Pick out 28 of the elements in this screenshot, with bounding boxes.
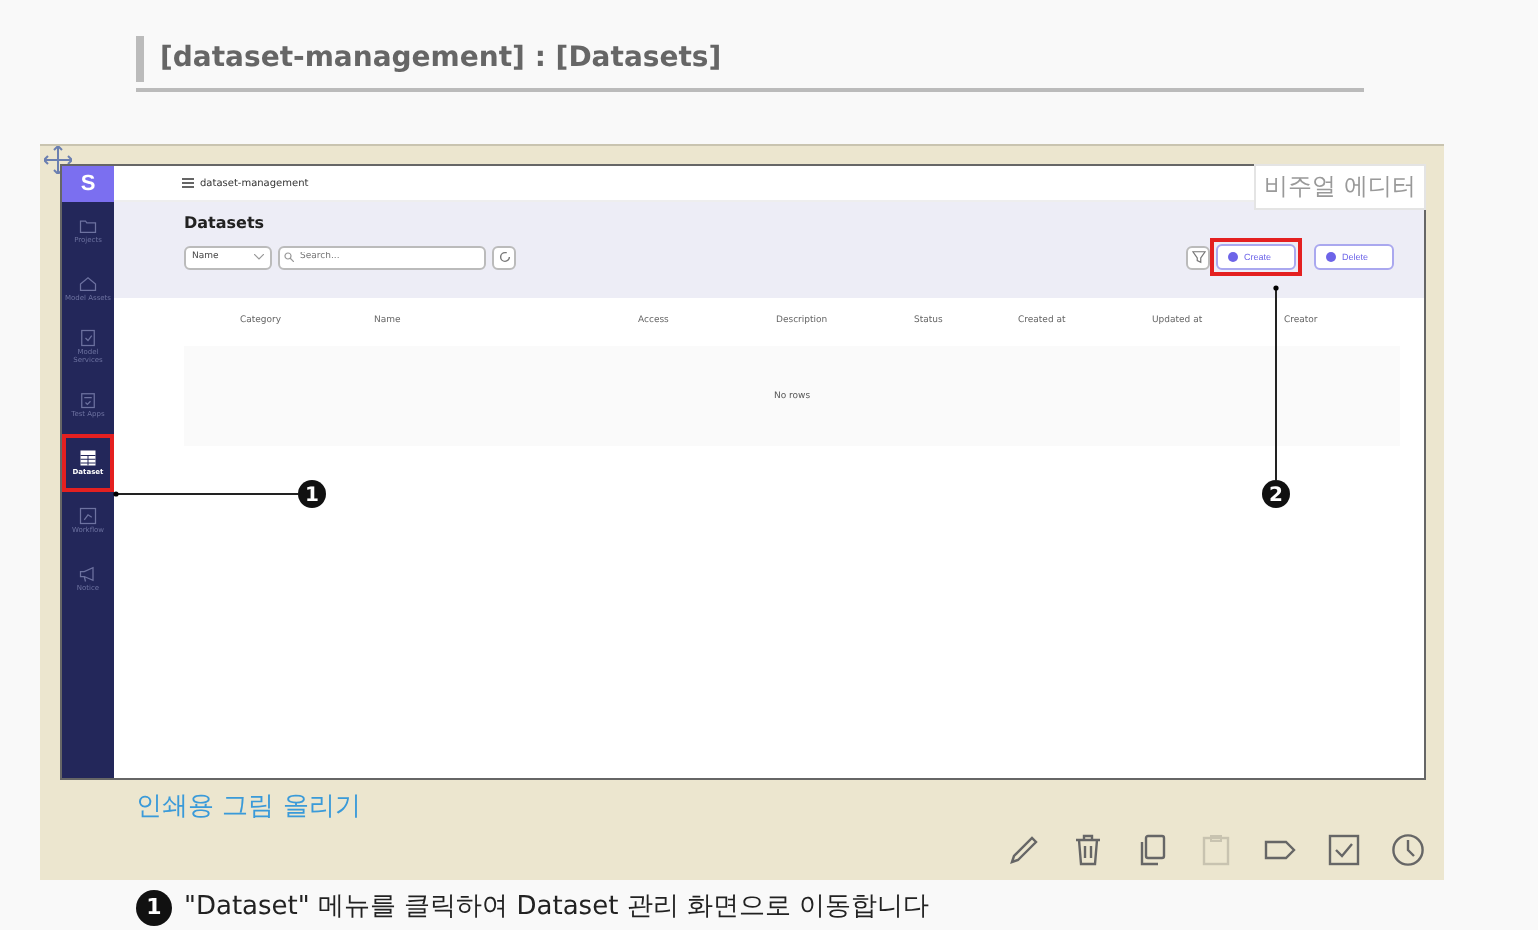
doc-icon [78, 328, 98, 349]
filter-button[interactable] [1186, 245, 1210, 269]
callout-number: 2 [1262, 480, 1290, 508]
checkbox-icon[interactable] [1326, 832, 1362, 868]
pencil-icon[interactable] [1006, 832, 1042, 868]
section-heading: [dataset-management] : [Datasets] [136, 36, 722, 82]
callout-number: 1 [136, 890, 172, 926]
folder-icon [78, 216, 98, 237]
chart-icon [78, 506, 98, 527]
megaphone-icon [78, 564, 98, 585]
filter-icon [1191, 250, 1205, 264]
callout-number: 1 [298, 480, 326, 508]
table-icon [78, 448, 98, 469]
visual-editor-badge[interactable]: 비주얼 에디터 [1254, 164, 1426, 210]
menu-icon[interactable] [182, 178, 194, 188]
page-title: Datasets [184, 214, 267, 232]
refresh-icon [497, 250, 511, 264]
app-logo[interactable]: S [62, 166, 114, 202]
clock-icon[interactable] [1390, 832, 1426, 868]
move-icon[interactable] [44, 146, 72, 174]
search-icon [284, 252, 294, 262]
note-text: "Dataset" 메뉴를 클릭하여 Dataset 관리 화면으로 이동합니다 [184, 890, 930, 926]
refresh-button[interactable] [492, 245, 516, 269]
chevron-down-icon [254, 254, 264, 260]
trash-icon[interactable] [1070, 832, 1106, 868]
upload-print-image-link[interactable]: 인쇄용 그림 올리기 [136, 788, 361, 824]
clipboard-icon [78, 390, 98, 411]
house-icon [78, 274, 98, 295]
